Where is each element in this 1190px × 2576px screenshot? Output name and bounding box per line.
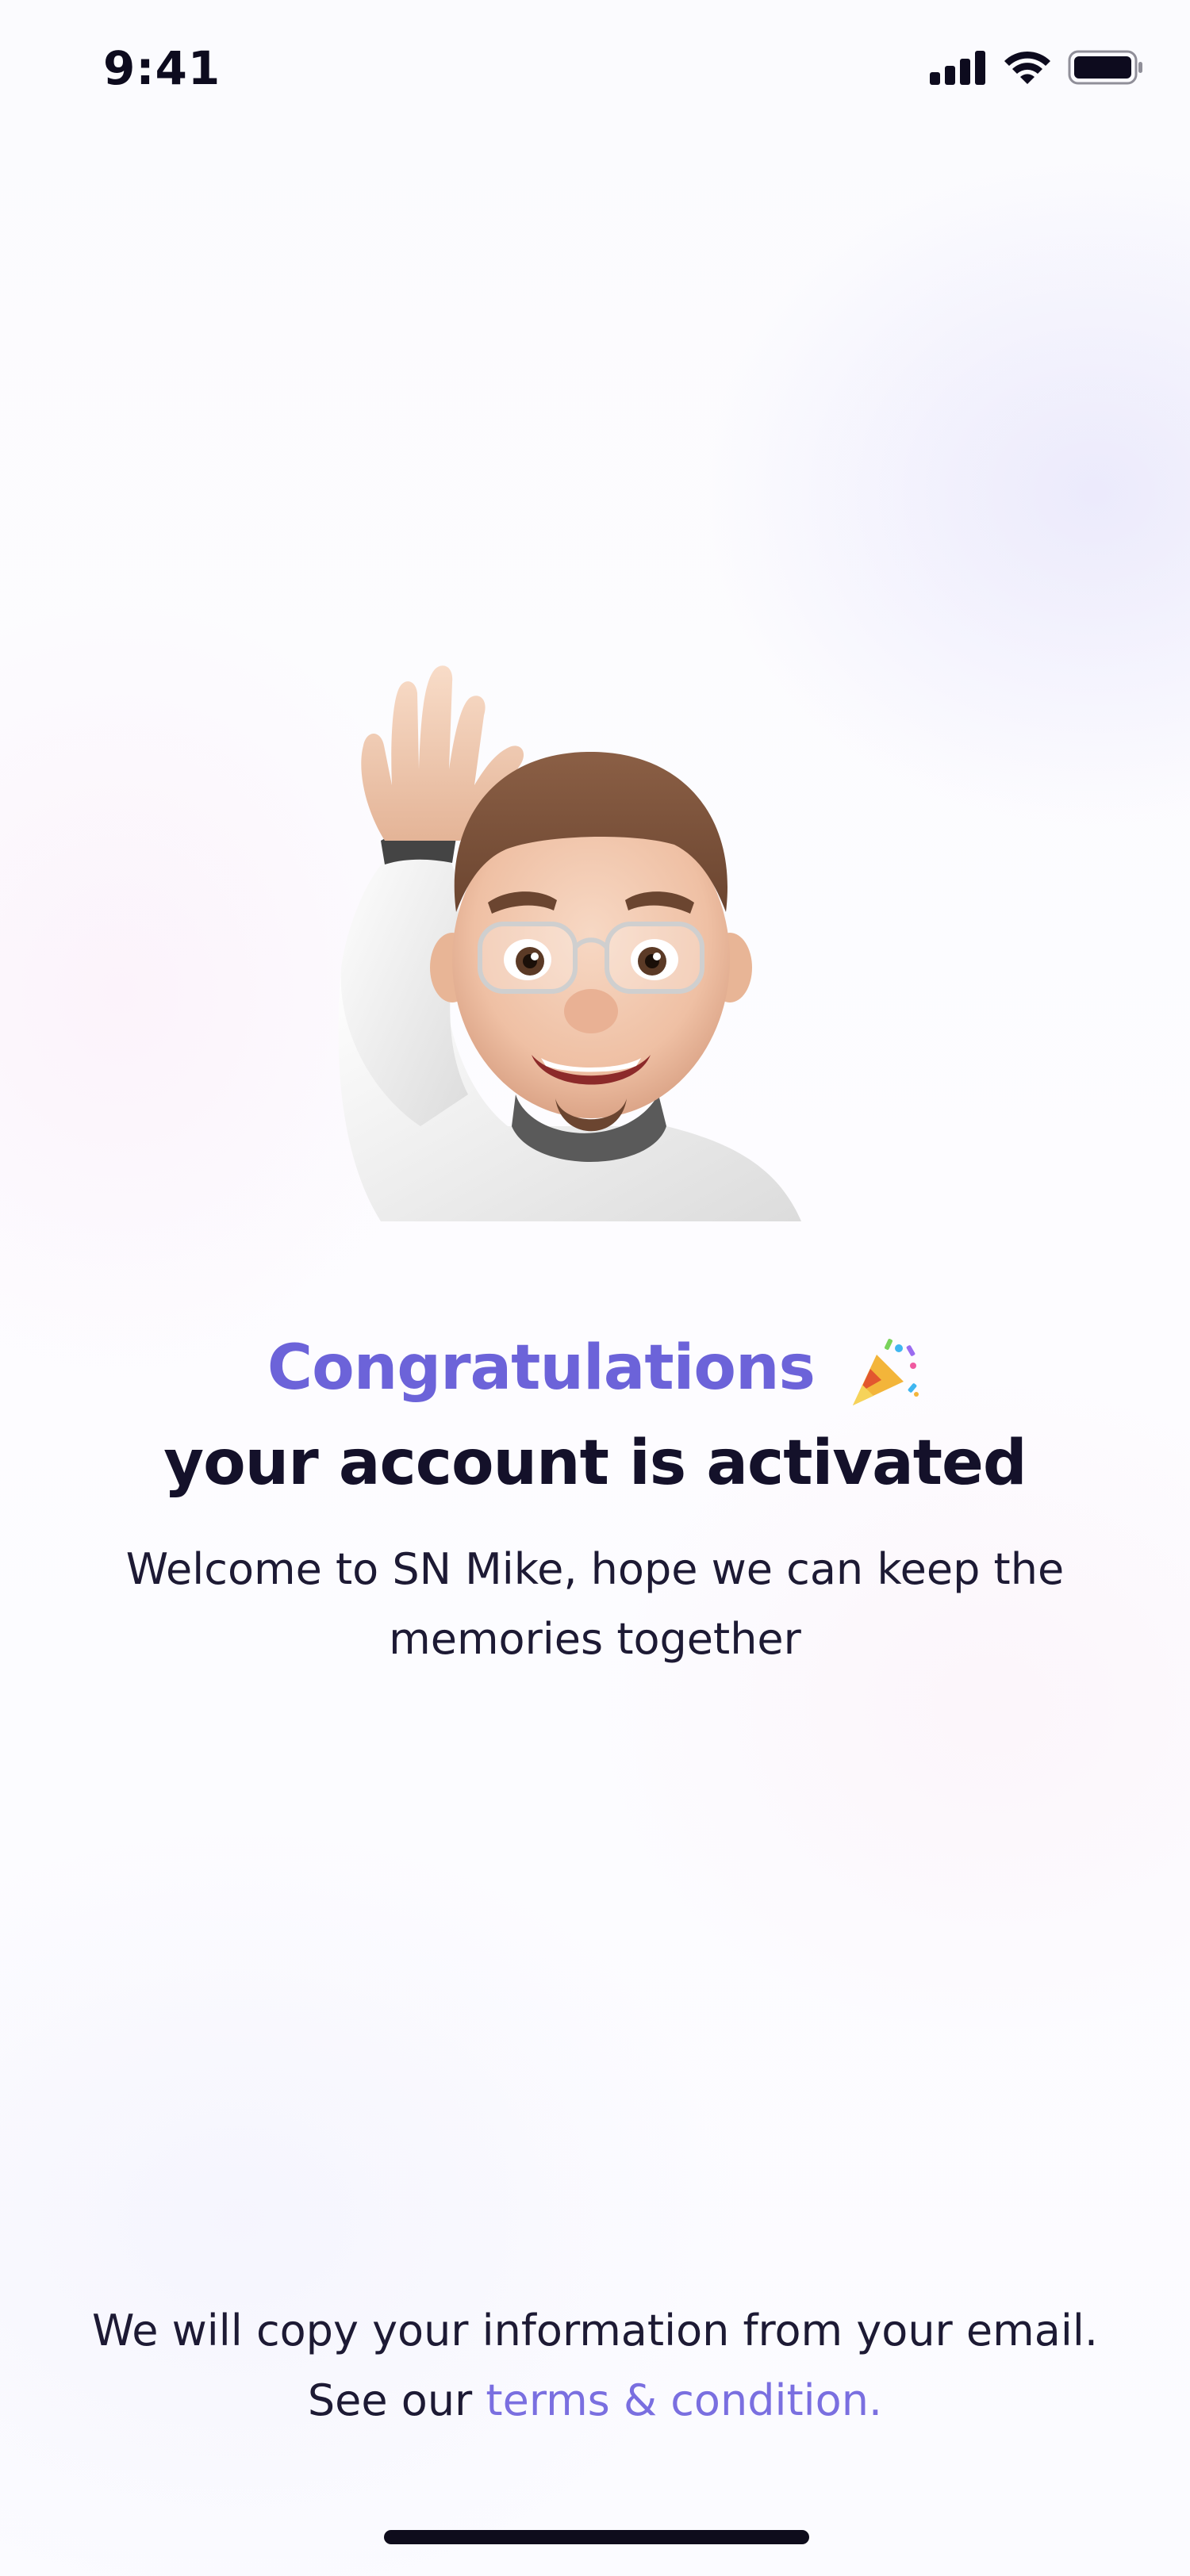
congrats-title: Congratulations bbox=[0, 1332, 1190, 1410]
footer-line2: See our terms & condition. bbox=[48, 2366, 1142, 2436]
battery-icon bbox=[1068, 50, 1142, 85]
status-icons bbox=[930, 49, 1144, 86]
home-indicator[interactable] bbox=[384, 2530, 809, 2544]
wifi-icon bbox=[1004, 51, 1050, 84]
congrats-text: Congratulations bbox=[267, 1332, 816, 1404]
headline: your account is activated bbox=[163, 1428, 1027, 1499]
footer-note: We will copy your information from your … bbox=[48, 2296, 1142, 2436]
memoji-waving-icon bbox=[338, 665, 801, 1221]
footer-prefix: See our bbox=[307, 2375, 486, 2425]
status-time: 9:41 bbox=[103, 41, 221, 95]
footer-line1: We will copy your information from your … bbox=[92, 2306, 1098, 2356]
cellular-signal-icon bbox=[930, 51, 985, 85]
party-popper-icon bbox=[853, 1338, 919, 1405]
background bbox=[0, 0, 1190, 2576]
welcome-subtitle: Welcome to SN Mike, hope we can keep the… bbox=[125, 1544, 1065, 1664]
terms-link[interactable]: terms & condition. bbox=[486, 2375, 882, 2425]
